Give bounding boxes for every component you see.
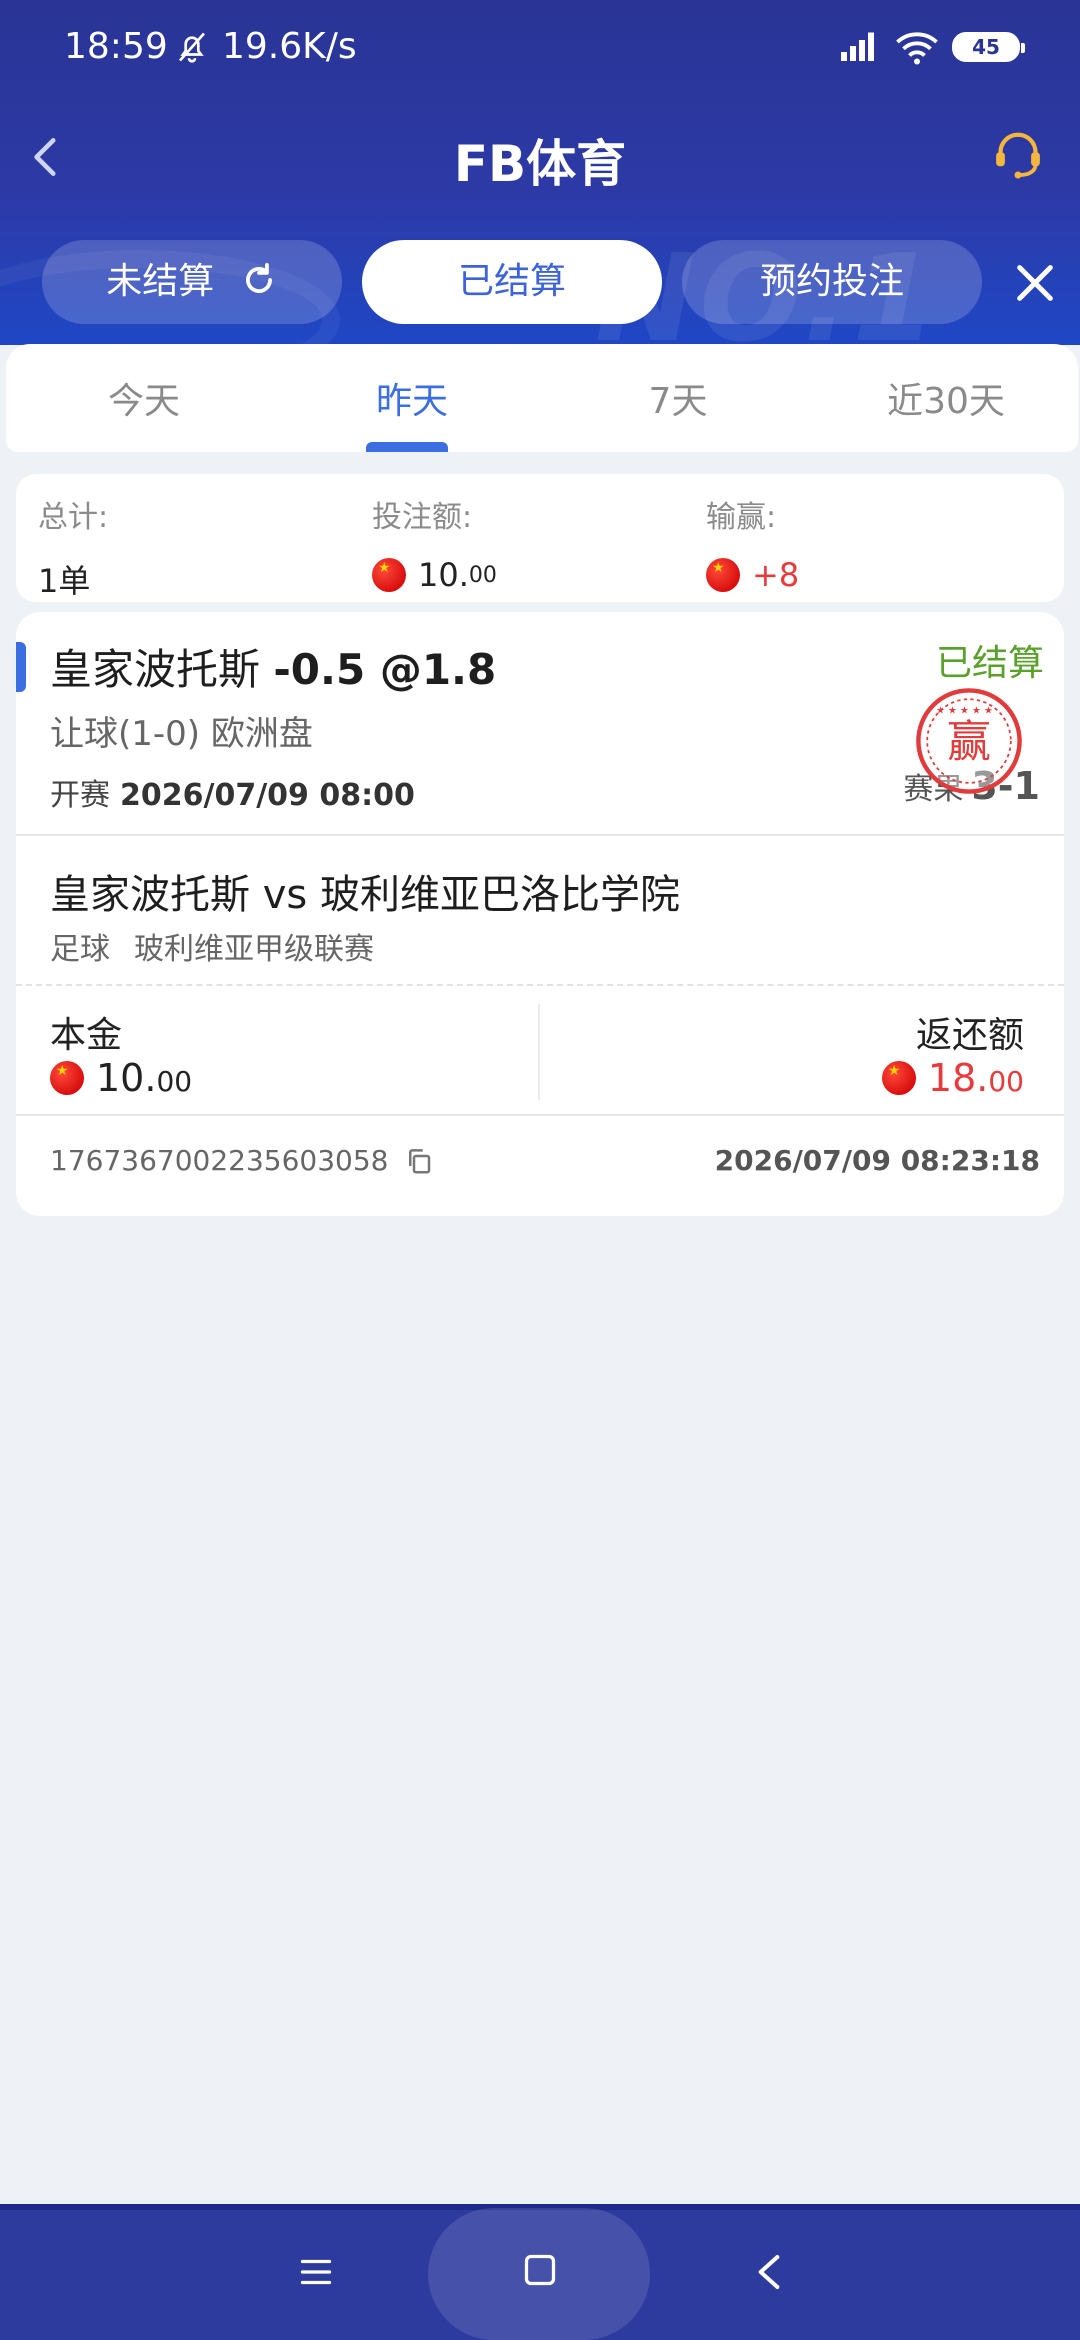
column-divider [538, 1004, 540, 1100]
bet-status-tabs: 未结算 已结算 预约投注 [0, 238, 1080, 328]
signal-icon [841, 32, 874, 61]
system-nav-bar [0, 2204, 1080, 2340]
return-dec: 00 [988, 1064, 1024, 1098]
order-time: 2026/07/09 08:23:18 [714, 1144, 1040, 1177]
active-day-indicator [366, 442, 448, 452]
cny-flag-icon [372, 558, 406, 592]
bet-selection-team: 皇家波托斯 [50, 645, 261, 694]
day-filter-today[interactable]: 今天 [10, 372, 278, 424]
wifi-icon [896, 32, 938, 65]
summary-pnl-value: +8 [706, 556, 799, 594]
bet-kickoff-label: 开赛 [50, 778, 110, 813]
match-league: 足球 玻利维亚甲级联赛 [50, 924, 374, 968]
bet-market: 让球(1-0) 欧洲盘 [50, 714, 313, 754]
summary-total-value: 1单 [38, 556, 108, 602]
battery-indicator: 45 [952, 32, 1025, 62]
summary-total-label: 总计: [38, 500, 109, 535]
return-label: 返还额 [915, 1015, 1024, 1056]
menu-icon[interactable] [296, 2254, 336, 2290]
nav-back-icon[interactable] [754, 2252, 784, 2292]
bet-accent-bar [16, 642, 26, 692]
win-stamp-icon: ★ ★ ★ ★ ★ 赢 [916, 688, 1022, 794]
match-league-name: 玻利维亚甲级联赛 [134, 932, 374, 967]
stake-dec: 00 [156, 1064, 193, 1098]
day-filter-yesterday[interactable]: 昨天 [278, 372, 546, 424]
divider [16, 1114, 1064, 1116]
summary-stake: 投注额: 10.00 [372, 492, 497, 594]
return-int: 18. [927, 1056, 989, 1100]
header: NO.1 18:59 19.6K/s 45 FB体育 未结算 已结算 预约投注 [0, 0, 1080, 345]
divider-dashed [16, 984, 1064, 986]
status-net-speed: 19.6K/s [222, 26, 357, 67]
bet-selection: 皇家波托斯 -0.5 @1.8 [50, 636, 496, 697]
match-sport: 足球 [50, 932, 110, 967]
tab-unsettled[interactable]: 未结算 [42, 240, 342, 324]
page-title: FB体育 [453, 135, 627, 193]
copy-icon[interactable] [404, 1146, 434, 1176]
return-value: 18.00 [881, 1056, 1024, 1100]
cny-flag-icon [50, 1061, 84, 1095]
match-title: 皇家波托斯 vs 玻利维亚巴洛比学院 [50, 872, 680, 918]
day-filter: 今天 昨天 7天 近30天 [6, 344, 1078, 452]
bet-card[interactable]: 皇家波托斯 -0.5 @1.8 已结算 让球(1-0) 欧洲盘 开赛 2026/0… [16, 612, 1064, 1216]
summary-pnl-label: 输赢: [706, 500, 777, 535]
tab-reserved[interactable]: 预约投注 [682, 240, 982, 324]
day-filter-7days[interactable]: 7天 [544, 372, 812, 424]
bet-kickoff-time: 2026/07/09 08:00 [120, 778, 415, 813]
stake-int: 10. [96, 1056, 157, 1100]
status-time: 18:59 [64, 26, 168, 67]
cny-flag-icon [706, 558, 740, 592]
stake-label: 本金 [50, 1015, 123, 1056]
tab-settled[interactable]: 已结算 [362, 240, 662, 324]
bell-off-icon [178, 32, 206, 63]
summary-stake-int: 10. [418, 556, 469, 594]
order-id: 1767367002235603058 [50, 1144, 434, 1177]
headset-icon[interactable] [990, 126, 1046, 182]
summary-pnl-amount: +8 [752, 556, 800, 594]
svg-text:★ ★ ★ ★ ★: ★ ★ ★ ★ ★ [936, 706, 993, 717]
summary-total-count: 1单 [38, 562, 91, 600]
title-bar: FB体育 [0, 96, 1080, 220]
win-stamp-text: 赢 [947, 716, 991, 767]
summary-total: 总计: 1单 [38, 492, 108, 602]
divider [16, 834, 1064, 836]
home-square-icon[interactable] [522, 2252, 558, 2288]
summary-stake-value: 10.00 [372, 556, 497, 594]
summary-card: 总计: 1单 投注额: 10.00 输赢: +8 [16, 474, 1064, 602]
bet-status-badge: 已结算 [935, 643, 1044, 684]
day-filter-30days[interactable]: 近30天 [812, 372, 1080, 424]
status-bar: 18:59 19.6K/s 45 [0, 0, 1080, 96]
bet-kickoff: 开赛 2026/07/09 08:00 [50, 770, 415, 814]
summary-stake-dec: 00 [468, 562, 497, 588]
close-icon[interactable] [1012, 260, 1058, 306]
bet-odds-line: -0.5 @1.8 [273, 645, 497, 694]
cny-flag-icon [881, 1061, 916, 1095]
refresh-icon[interactable] [240, 261, 278, 299]
tab-unsettled-label: 未结算 [106, 261, 215, 302]
summary-pnl: 输赢: +8 [706, 492, 799, 594]
order-id-text: 1767367002235603058 [50, 1144, 389, 1177]
stake-value: 10.00 [50, 1056, 192, 1100]
summary-stake-label: 投注额: [372, 500, 473, 535]
